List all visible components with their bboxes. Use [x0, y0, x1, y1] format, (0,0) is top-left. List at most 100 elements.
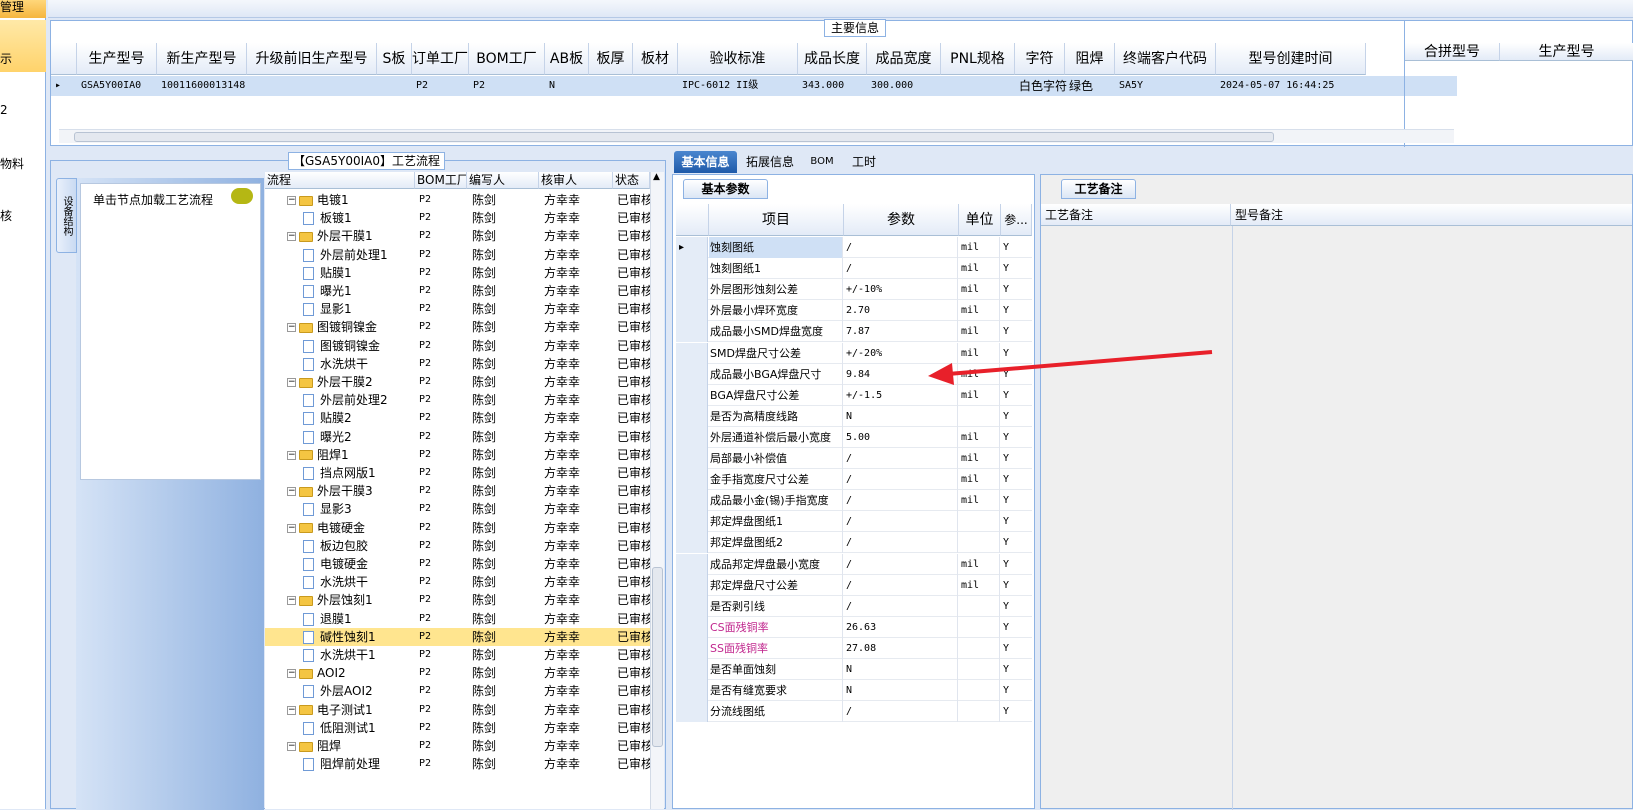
- param-cell-v[interactable]: /: [844, 237, 958, 258]
- flow-node[interactable]: 低阻测试1: [303, 719, 376, 737]
- flow-row[interactable]: 显影1 P2 陈剑 方幸幸 已审核: [265, 300, 650, 318]
- main-info-cell[interactable]: P2: [469, 76, 545, 96]
- param-cell-k[interactable]: SMD焊盘尺寸公差: [709, 342, 843, 364]
- param-cell-u[interactable]: [959, 701, 1000, 723]
- param-cell-y[interactable]: Y: [1001, 279, 1031, 300]
- row-indicator[interactable]: [676, 680, 708, 702]
- param-cell-v[interactable]: /: [844, 511, 958, 533]
- flow-node[interactable]: − 外层干膜3: [287, 482, 373, 500]
- row-indicator[interactable]: [676, 300, 708, 322]
- flow-node[interactable]: 挡点网版1: [303, 464, 376, 482]
- param-cell-u[interactable]: mil: [959, 426, 1000, 448]
- column-header[interactable]: 成品长度: [798, 43, 867, 75]
- param-cell-v[interactable]: /: [844, 701, 958, 723]
- flow-row[interactable]: − 外层干膜3 P2 陈剑 方幸幸 已审核: [265, 482, 650, 500]
- column-header[interactable]: 成品宽度: [867, 43, 941, 75]
- flow-row[interactable]: 低阻测试1 P2 陈剑 方幸幸 已审核: [265, 719, 650, 737]
- scroll-thumb[interactable]: [652, 567, 663, 747]
- row-indicator[interactable]: [676, 342, 708, 364]
- flow-column-header[interactable]: BOM工厂: [415, 172, 467, 189]
- param-cell-v[interactable]: /: [844, 595, 958, 617]
- tab-basic-params[interactable]: 基本参数: [683, 179, 768, 199]
- flow-node[interactable]: 曝光1: [303, 282, 352, 300]
- tab-equipment[interactable]: 设备结构: [56, 178, 77, 253]
- column-header[interactable]: 生产型号: [77, 43, 157, 75]
- flow-node[interactable]: − 外层干膜2: [287, 373, 373, 391]
- param-row[interactable]: 邦定焊盘图纸2/ Y: [676, 532, 1032, 554]
- param-cell-y[interactable]: Y: [1001, 701, 1031, 722]
- nav-item[interactable]: 2: [0, 103, 8, 117]
- row-indicator[interactable]: [676, 511, 708, 533]
- param-cell-k[interactable]: 蚀刻图纸: [709, 237, 843, 258]
- collapse-icon[interactable]: −: [287, 378, 296, 387]
- param-cell-v[interactable]: /: [844, 490, 958, 512]
- param-cell-v[interactable]: 27.08: [844, 637, 958, 659]
- param-cell-k[interactable]: 外层最小焊环宽度: [709, 300, 843, 322]
- flow-node[interactable]: 板镀1: [303, 209, 352, 227]
- param-row[interactable]: 成品最小金(锡)手指宽度 / mil Y: [676, 490, 1032, 512]
- param-cell-k[interactable]: BGA焊盘尺寸公差: [709, 384, 843, 406]
- param-cell-v[interactable]: 5.00: [844, 426, 958, 448]
- flow-node[interactable]: 水洗烘干: [303, 573, 368, 591]
- row-indicator[interactable]: [676, 384, 708, 406]
- param-cell-u[interactable]: mil: [959, 279, 1000, 301]
- flow-node[interactable]: − 电镀1: [287, 191, 349, 209]
- flow-column-header[interactable]: 流程: [265, 172, 415, 189]
- param-cell-y[interactable]: Y: [1001, 258, 1031, 279]
- param-cell-v[interactable]: /: [844, 574, 958, 596]
- flow-row[interactable]: − 外层干膜2 P2 陈剑 方幸幸 已审核: [265, 373, 650, 391]
- column-header[interactable]: 终端客户代码: [1115, 43, 1216, 75]
- param-row[interactable]: 邦定焊盘图纸1/ Y: [676, 511, 1032, 533]
- param-row[interactable]: 外层通道补偿后最小宽度 5.00 mil Y: [676, 426, 1032, 448]
- param-cell-u[interactable]: [959, 532, 1000, 554]
- param-cell-y[interactable]: Y: [1001, 659, 1031, 680]
- flow-node[interactable]: 退膜1: [303, 610, 352, 628]
- row-indicator[interactable]: [676, 637, 708, 659]
- param-cell-k[interactable]: 成品最小金(锡)手指宽度: [709, 490, 843, 512]
- main-info-cell[interactable]: [941, 76, 1015, 96]
- flow-node[interactable]: 水洗烘干1: [303, 646, 376, 664]
- column-header[interactable]: S板: [377, 43, 412, 75]
- param-cell-k[interactable]: 邦定焊盘尺寸公差: [709, 574, 843, 596]
- flow-node[interactable]: 电镀硬金: [303, 555, 368, 573]
- param-cell-k[interactable]: 局部最小补偿值: [709, 448, 843, 469]
- vertical-scrollbar[interactable]: ▲: [650, 172, 664, 809]
- param-cell-k[interactable]: 邦定焊盘图纸1: [709, 511, 843, 533]
- flow-row[interactable]: 水洗烘干 P2 陈剑 方幸幸 已审核: [265, 573, 650, 591]
- param-cell-y[interactable]: Y: [1001, 427, 1031, 448]
- flow-row[interactable]: 水洗烘干 P2 陈剑 方幸幸 已审核: [265, 355, 650, 373]
- main-info-cell[interactable]: P2: [412, 76, 469, 96]
- param-cell-y[interactable]: Y: [1001, 469, 1031, 490]
- main-info-cell[interactable]: 343.000: [798, 76, 867, 96]
- param-cell-u[interactable]: mil: [959, 553, 1000, 575]
- row-indicator[interactable]: [676, 258, 708, 280]
- main-info-cell[interactable]: 白色字符: [1015, 76, 1067, 96]
- param-cell-u[interactable]: [959, 637, 1000, 659]
- param-cell-v[interactable]: N: [844, 680, 958, 702]
- nav-item[interactable]: 物料: [0, 155, 24, 172]
- collapse-icon[interactable]: −: [287, 596, 296, 606]
- param-cell-u[interactable]: [959, 405, 1000, 427]
- params-col-extra[interactable]: 参...: [1001, 204, 1032, 236]
- param-cell-v[interactable]: /: [844, 448, 958, 469]
- params-col-unit[interactable]: 单位: [959, 204, 1001, 236]
- param-cell-v[interactable]: 26.63: [844, 616, 958, 638]
- flow-node[interactable]: 图镀铜镍金: [303, 337, 380, 355]
- column-header[interactable]: 阻焊: [1065, 43, 1115, 75]
- column-header[interactable]: 新生产型号: [157, 43, 247, 75]
- param-cell-v[interactable]: /: [844, 258, 958, 280]
- param-cell-k[interactable]: 是否为高精度线路: [709, 405, 843, 427]
- column-header[interactable]: AB板: [545, 43, 589, 75]
- param-cell-y[interactable]: Y: [1001, 638, 1031, 659]
- param-cell-k[interactable]: CS面残铜率: [709, 616, 843, 638]
- flow-row[interactable]: 曝光2 P2 陈剑 方幸幸 已审核: [265, 428, 650, 446]
- param-row[interactable]: 金手指宽度尺寸公差 / mil Y: [676, 469, 1032, 491]
- row-indicator[interactable]: ▸: [676, 237, 708, 258]
- row-indicator[interactable]: [676, 701, 708, 723]
- scroll-thumb[interactable]: [74, 132, 1274, 142]
- param-cell-y[interactable]: Y: [1001, 511, 1031, 532]
- flow-node[interactable]: − 阻焊1: [287, 446, 349, 464]
- param-cell-y[interactable]: Y: [1001, 406, 1031, 427]
- scroll-up-icon[interactable]: ▲: [653, 172, 660, 182]
- param-cell-u[interactable]: mil: [959, 448, 1000, 469]
